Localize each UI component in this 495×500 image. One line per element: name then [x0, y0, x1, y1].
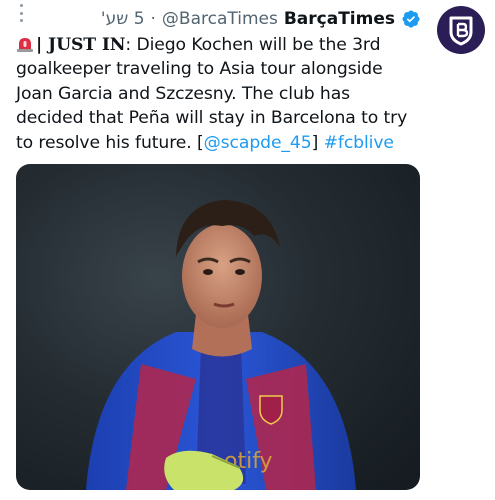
- tweet-header: 5 שע' · @BarcaTimes BarçaTimes: [101, 6, 421, 32]
- separator-dot: ·: [150, 9, 156, 29]
- barcatimes-logo: [449, 16, 473, 46]
- tweet-photo[interactable]: otify: [16, 164, 420, 490]
- more-options-icon[interactable]: [14, 4, 28, 22]
- verified-badge-icon: [401, 9, 421, 29]
- mention-link[interactable]: @scapde_45: [204, 133, 312, 153]
- user-handle[interactable]: @BarcaTimes: [162, 9, 278, 29]
- tweet-text: | JUST IN: Diego Kochen will be the 3rd …: [16, 33, 421, 155]
- rotating-light-icon: [16, 35, 34, 53]
- tweet-timestamp[interactable]: 5 שע': [101, 9, 145, 29]
- bracket: ]: [311, 132, 319, 153]
- hashtag-link[interactable]: #fcblive: [324, 133, 394, 153]
- display-name[interactable]: BarçaTimes: [284, 9, 395, 29]
- alert-label: | JUST IN: [36, 35, 126, 55]
- avatar[interactable]: [437, 6, 485, 54]
